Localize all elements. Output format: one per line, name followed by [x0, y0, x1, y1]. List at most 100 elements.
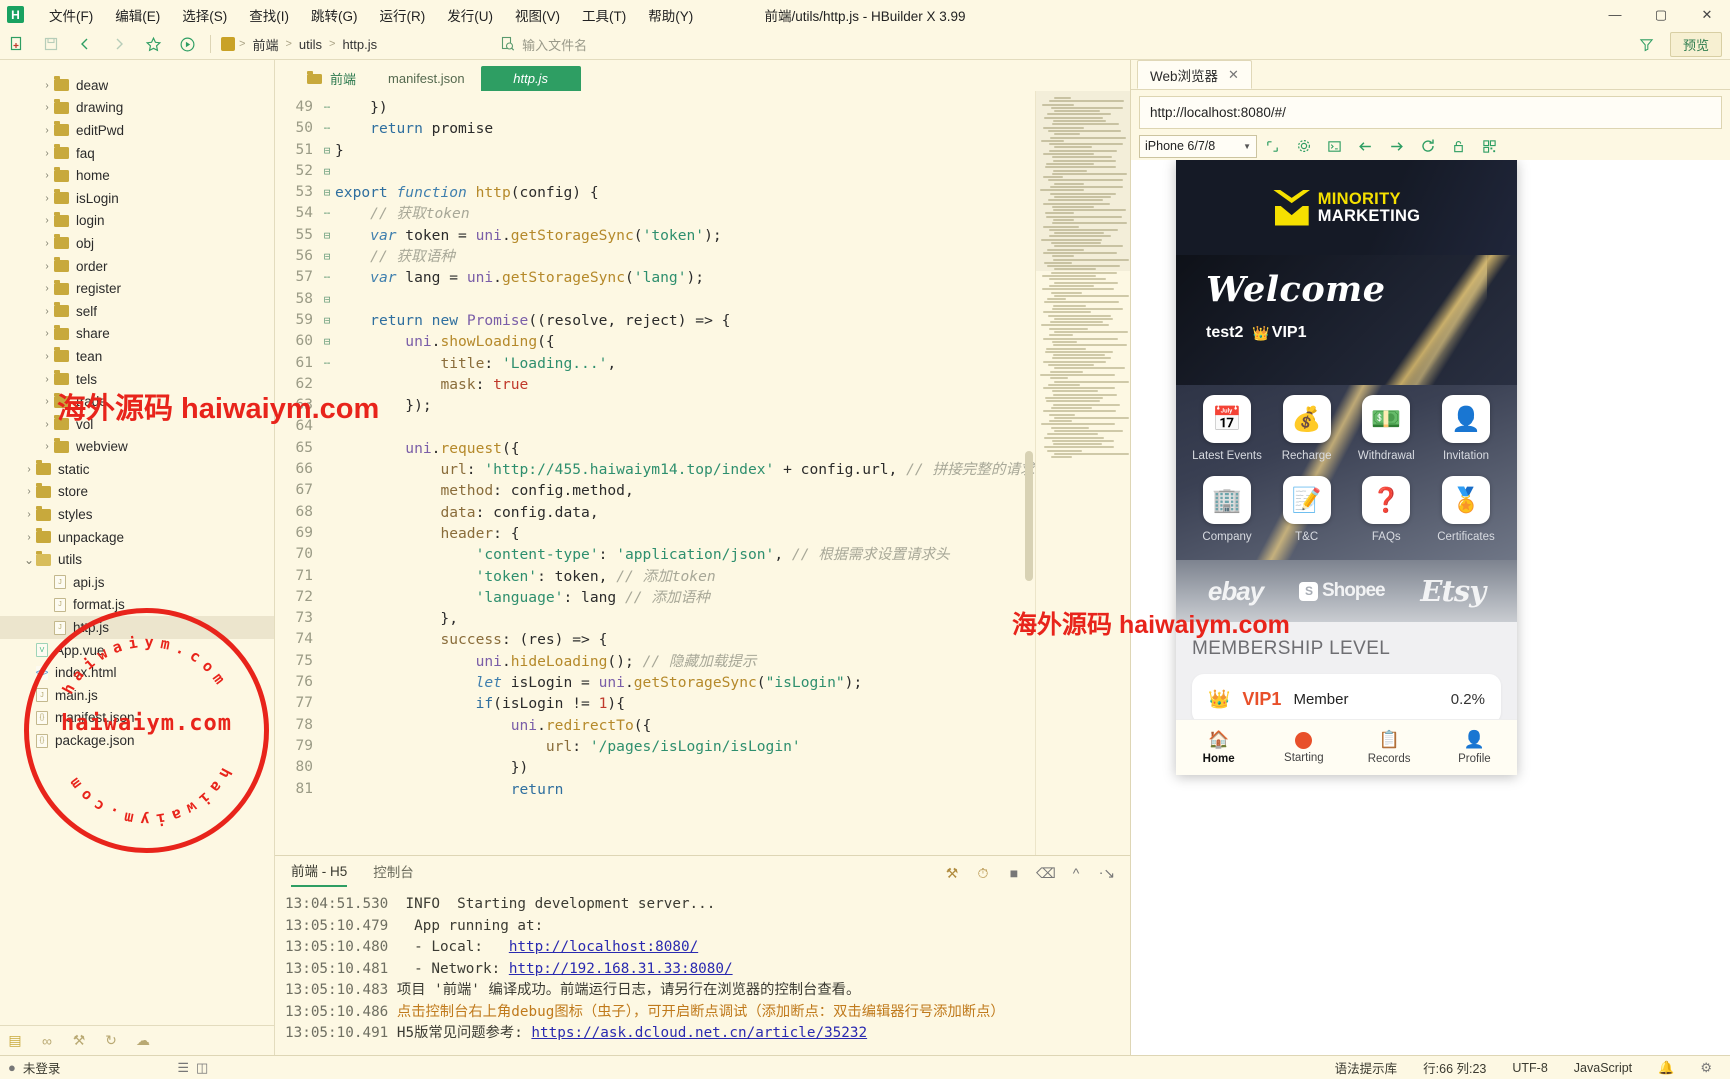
chevron-right-icon[interactable]: › — [40, 419, 54, 430]
lock-icon[interactable] — [1443, 133, 1474, 159]
code-line[interactable]: // 获取token — [335, 203, 1130, 224]
fold-marker[interactable]: ⊟ — [319, 140, 335, 161]
clock-icon[interactable]: ⏱ — [974, 865, 992, 882]
tree-item-index-html[interactable]: <>index.html — [0, 661, 274, 684]
tab-http-js[interactable]: http.js — [481, 66, 581, 91]
line-number[interactable]: 63 — [275, 395, 319, 416]
code-line[interactable]: }, — [335, 608, 1130, 629]
fold-marker[interactable]: ⊟ — [319, 182, 335, 203]
tree-item-app-vue[interactable]: VApp.vue — [0, 639, 274, 662]
tree-item-http-js[interactable]: Jhttp.js — [0, 616, 274, 639]
save-icon[interactable] — [34, 31, 68, 58]
tree-item-trade[interactable]: ›trade — [0, 390, 274, 413]
tree-item-islogin[interactable]: ›isLogin — [0, 187, 274, 210]
chevron-right-icon[interactable]: › — [40, 441, 54, 452]
nav-item-starting[interactable]: Starting — [1261, 732, 1346, 764]
bug-icon[interactable]: ⚒ — [943, 865, 961, 882]
fold-marker[interactable]: ╌ — [319, 353, 335, 374]
tree-item-tels[interactable]: ›tels — [0, 368, 274, 391]
line-number[interactable]: 81 — [275, 779, 319, 800]
line-number[interactable]: 49 — [275, 97, 319, 118]
line-number[interactable]: 66 — [275, 459, 319, 480]
chevron-right-icon[interactable]: › — [22, 509, 36, 520]
code-line[interactable]: uni.request({ — [335, 438, 1130, 459]
grid-item-faqs[interactable]: ❓FAQs — [1351, 476, 1421, 543]
tree-item-order[interactable]: ›order — [0, 255, 274, 278]
setting-icon[interactable]: ⚙ — [1700, 1060, 1712, 1076]
code-line[interactable]: }) — [335, 757, 1130, 778]
console-tab-console[interactable]: 控制台 — [373, 861, 414, 886]
chevron-right-icon[interactable]: › — [40, 215, 54, 226]
code-content[interactable]: }) return promise} export function http(… — [335, 91, 1130, 855]
forward-icon[interactable] — [102, 31, 136, 58]
file-search[interactable]: 输入文件名 — [500, 35, 587, 54]
line-number[interactable]: 78 — [275, 715, 319, 736]
grid-item-latest-events[interactable]: 📅Latest Events — [1192, 395, 1262, 462]
new-file-icon[interactable] — [0, 31, 34, 58]
login-state[interactable]: 未登录 — [23, 1058, 61, 1077]
line-number[interactable]: 67 — [275, 480, 319, 501]
tab-manifest-json[interactable]: manifest.json — [372, 66, 481, 91]
tree-item-deaw[interactable]: ›deaw — [0, 74, 274, 97]
encoding[interactable]: UTF-8 — [1512, 1061, 1547, 1075]
tab-project[interactable]: 前端 — [291, 66, 372, 91]
grid-item-company[interactable]: 🏢Company — [1192, 476, 1262, 543]
bug-icon[interactable]: ⚒ — [70, 1032, 88, 1049]
line-number[interactable]: 79 — [275, 736, 319, 757]
log-link[interactable]: http://localhost:8080/ — [509, 939, 698, 955]
tree-item-webview[interactable]: ›webview — [0, 436, 274, 459]
fold-marker[interactable]: ╌ — [319, 203, 335, 224]
menu-help[interactable]: 帮助(Y) — [637, 1, 704, 29]
tree-item-package-json[interactable]: {}package.json — [0, 729, 274, 752]
grid-item-certificates[interactable]: 🏅Certificates — [1431, 476, 1501, 543]
menu-run[interactable]: 运行(R) — [369, 1, 437, 29]
scrollbar-thumb[interactable] — [1025, 451, 1033, 581]
chevron-right-icon[interactable]: › — [40, 238, 54, 249]
chevron-right-icon[interactable]: › — [40, 261, 54, 272]
tree-item-login[interactable]: ›login — [0, 210, 274, 233]
tree-item-obj[interactable]: ›obj — [0, 232, 274, 255]
code-line[interactable]: uni.redirectTo({ — [335, 715, 1130, 736]
back-icon[interactable] — [1350, 133, 1381, 159]
clear-icon[interactable]: ⌫ — [1036, 865, 1054, 882]
chevron-right-icon[interactable]: › — [40, 374, 54, 385]
minimap-viewport[interactable] — [1036, 91, 1130, 271]
fold-marker[interactable]: ⊟ — [319, 225, 335, 246]
console-icon[interactable] — [1319, 133, 1350, 159]
tree-item-drawing[interactable]: ›drawing — [0, 97, 274, 120]
run-icon[interactable] — [170, 31, 204, 58]
fold-marker[interactable]: ⊟ — [319, 331, 335, 352]
minimize-button[interactable]: — — [1592, 0, 1638, 29]
reload-icon[interactable] — [1412, 133, 1443, 159]
resize-icon[interactable] — [1257, 133, 1288, 159]
breadcrumb-item-file[interactable]: http.js — [339, 36, 380, 53]
tree-item-vol[interactable]: ›vol — [0, 413, 274, 436]
menu-edit[interactable]: 编辑(E) — [104, 1, 171, 29]
console-tab-h5[interactable]: 前端 - H5 — [291, 860, 347, 887]
line-number[interactable]: 56 — [275, 246, 319, 267]
line-number[interactable]: 55 — [275, 225, 319, 246]
line-number[interactable]: 69 — [275, 523, 319, 544]
browser-viewport[interactable]: MINORITY MARKETING Welcome test2 👑 — [1131, 160, 1730, 1055]
stop-icon[interactable]: ■ — [1005, 865, 1023, 881]
line-number[interactable]: 57 — [275, 267, 319, 288]
fold-marker[interactable]: ╌ — [319, 118, 335, 139]
code-line[interactable]: url: '/pages/isLogin/isLogin' — [335, 736, 1130, 757]
chevron-right-icon[interactable]: › — [40, 283, 54, 294]
line-number[interactable]: 70 — [275, 544, 319, 565]
menu-tools[interactable]: 工具(T) — [571, 1, 637, 29]
menu-find[interactable]: 查找(I) — [238, 1, 300, 29]
tree-item-share[interactable]: ›share — [0, 323, 274, 346]
globe-icon[interactable]: ☁ — [134, 1032, 152, 1049]
line-number[interactable]: 77 — [275, 693, 319, 714]
tree-item-self[interactable]: ›self — [0, 300, 274, 323]
tree-item-unpackage[interactable]: ›unpackage — [0, 526, 274, 549]
refresh-icon[interactable]: ↻ — [102, 1032, 120, 1049]
tree-item-home[interactable]: ›home — [0, 164, 274, 187]
fold-marker[interactable]: ⊟ — [319, 161, 335, 182]
grid-item-t-c[interactable]: 📝T&C — [1272, 476, 1342, 543]
code-line[interactable]: }) — [335, 97, 1130, 118]
code-line[interactable]: uni.showLoading({ — [335, 331, 1130, 352]
code-line[interactable]: }); — [335, 395, 1130, 416]
code-line[interactable]: 'token': token, // 添加token — [335, 566, 1130, 587]
